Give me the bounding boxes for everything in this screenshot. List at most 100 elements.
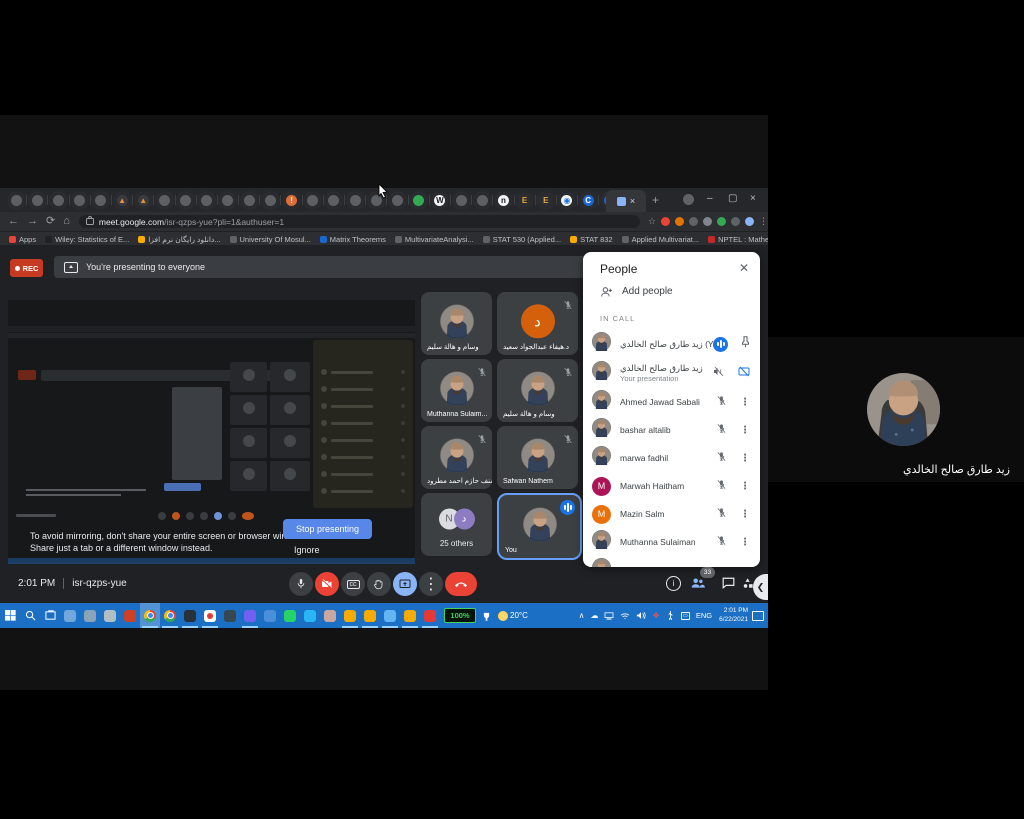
tab-favicon[interactable]: !	[286, 195, 297, 206]
taskbar-app-icon[interactable]	[140, 603, 160, 628]
task-view-icon[interactable]	[40, 603, 60, 628]
search-icon[interactable]	[20, 603, 40, 628]
tray-expand-icon[interactable]: ∧	[579, 611, 585, 620]
weather-icon[interactable]	[496, 603, 510, 628]
bookmark-item[interactable]: Applied Multivariat...	[622, 235, 700, 244]
mic-off-icon[interactable]	[716, 505, 727, 523]
menu-kebab-icon[interactable]: ⋮	[759, 216, 768, 227]
raise-hand-button[interactable]	[367, 572, 391, 596]
people-list-item[interactable]: زيد طارق صالح الخالدي (You)	[583, 330, 760, 358]
presentation-off-icon[interactable]	[738, 364, 750, 382]
new-tab-button[interactable]: +	[652, 193, 659, 207]
language-indicator[interactable]: ENG	[696, 611, 712, 620]
taskbar-app-icon[interactable]	[220, 603, 240, 628]
extension-icon[interactable]	[731, 217, 740, 226]
people-list-item[interactable]: Muthanna Sulaiman⋮	[583, 528, 760, 556]
tab-favicon[interactable]: ▲	[138, 195, 149, 206]
bookmark-item[interactable]: MultivariateAnalysi...	[395, 235, 474, 244]
tab-favicon[interactable]: C	[583, 195, 594, 206]
more-options-icon[interactable]: ⋮	[740, 425, 750, 436]
weather-temp[interactable]: 20°C	[510, 611, 528, 620]
participant-tile[interactable]: Nد25 others	[421, 493, 492, 556]
reload-icon[interactable]: ⟳	[46, 216, 55, 227]
ethernet-icon[interactable]	[604, 612, 614, 620]
extension-icon[interactable]	[689, 217, 698, 226]
end-call-button[interactable]	[445, 572, 477, 596]
participant-tile[interactable]: منف حازم احمد مطرود	[421, 426, 492, 489]
mic-off-icon[interactable]	[716, 533, 727, 551]
taskbar-app-icon[interactable]	[280, 603, 300, 628]
tab-favicon[interactable]: ▲	[117, 195, 128, 206]
wifi-icon[interactable]	[620, 612, 630, 620]
people-list-item[interactable]: زيد طارق صالح الخالديYour presentation	[583, 358, 760, 388]
antivirus-icon[interactable]: ❖	[652, 611, 659, 620]
more-options-icon[interactable]: ⋮	[740, 453, 750, 464]
bookmark-item[interactable]: STAT 832	[570, 235, 613, 244]
info-icon[interactable]: i	[666, 576, 681, 591]
participants-icon[interactable]	[690, 576, 706, 594]
tab-favicon[interactable]	[159, 195, 170, 206]
extension-icon[interactable]	[661, 217, 670, 226]
taskbar-app-icon[interactable]	[200, 603, 220, 628]
url-bar[interactable]: meet.google.com/isr-qzps-yue?pli=1&authu…	[79, 215, 640, 228]
browser-profile-icon[interactable]	[683, 194, 694, 205]
extension-icon[interactable]	[675, 217, 684, 226]
bookmark-item[interactable]: NPTEL : Mathemati...	[708, 235, 768, 244]
people-list-item[interactable]	[583, 556, 760, 567]
taskbar-app-icon[interactable]	[300, 603, 320, 628]
taskbar-app-icon[interactable]	[340, 603, 360, 628]
people-list-item[interactable]: Ahmed Jawad Sabali⋮	[583, 388, 760, 416]
home-icon[interactable]: ⌂	[63, 216, 70, 227]
tab-favicon[interactable]	[328, 195, 339, 206]
tab-favicon[interactable]: E	[540, 195, 551, 206]
tab-favicon[interactable]	[265, 195, 276, 206]
mic-off-icon[interactable]	[716, 393, 727, 411]
profile-avatar[interactable]	[745, 217, 754, 226]
taskbar-app-icon[interactable]	[320, 603, 340, 628]
tab-favicon[interactable]: ◉	[561, 195, 572, 206]
captions-button[interactable]: cc	[341, 572, 365, 596]
tab-favicon[interactable]: n	[498, 195, 509, 206]
people-list-item[interactable]: bashar altalib⋮	[583, 416, 760, 444]
tab-favicon[interactable]	[74, 195, 85, 206]
taskbar-app-icon[interactable]	[180, 603, 200, 628]
taskbar-app-icon[interactable]	[260, 603, 280, 628]
tab-favicon[interactable]	[307, 195, 318, 206]
tab-favicon[interactable]	[53, 195, 64, 206]
taskbar-app-icon[interactable]	[380, 603, 400, 628]
tab-favicon[interactable]	[350, 195, 361, 206]
people-list-item[interactable]: MMazin Salm⋮	[583, 500, 760, 528]
bookmark-item[interactable]: University Of Mosul...	[230, 235, 311, 244]
taskbar-app-icon[interactable]	[60, 603, 80, 628]
extension-icon[interactable]	[703, 217, 712, 226]
taskbar-app-icon[interactable]	[100, 603, 120, 628]
tab-favicon[interactable]	[392, 195, 403, 206]
collapse-chevron[interactable]: ❮	[753, 574, 768, 600]
volume-icon[interactable]	[636, 611, 646, 620]
window-maximize-button[interactable]: ▢	[728, 193, 737, 204]
bookmark-item[interactable]: STAT 530 (Applied...	[483, 235, 561, 244]
taskbar-app-icon[interactable]	[420, 603, 440, 628]
camera-off-button[interactable]	[315, 572, 339, 596]
forward-icon[interactable]: →	[27, 216, 38, 227]
tab-favicon[interactable]	[222, 195, 233, 206]
touchpad-icon[interactable]: ▭	[681, 612, 690, 620]
tab-favicon[interactable]	[456, 195, 467, 206]
pin-icon[interactable]	[741, 335, 750, 353]
participant-tile[interactable]: You	[497, 493, 582, 560]
more-options-icon[interactable]: ⋮	[740, 509, 750, 520]
window-minimize-button[interactable]: –	[707, 193, 713, 204]
participant-tile[interactable]: وسام و هالة سليم	[497, 359, 578, 422]
window-close-button[interactable]: ×	[750, 193, 756, 204]
tab-close-icon[interactable]: ×	[630, 196, 635, 206]
action-center-icon[interactable]	[752, 611, 764, 621]
tab-favicon[interactable]	[180, 195, 191, 206]
tab-favicon[interactable]	[11, 195, 22, 206]
start-button[interactable]	[0, 603, 20, 628]
chat-icon[interactable]	[722, 576, 735, 594]
taskbar-app-icon[interactable]	[360, 603, 380, 628]
taskbar-app-icon[interactable]	[160, 603, 180, 628]
taskbar-app-icon[interactable]	[240, 603, 260, 628]
people-list-item[interactable]: marwa fadhil⋮	[583, 444, 760, 472]
participant-tile[interactable]: Muthanna Sulaim...	[421, 359, 492, 422]
